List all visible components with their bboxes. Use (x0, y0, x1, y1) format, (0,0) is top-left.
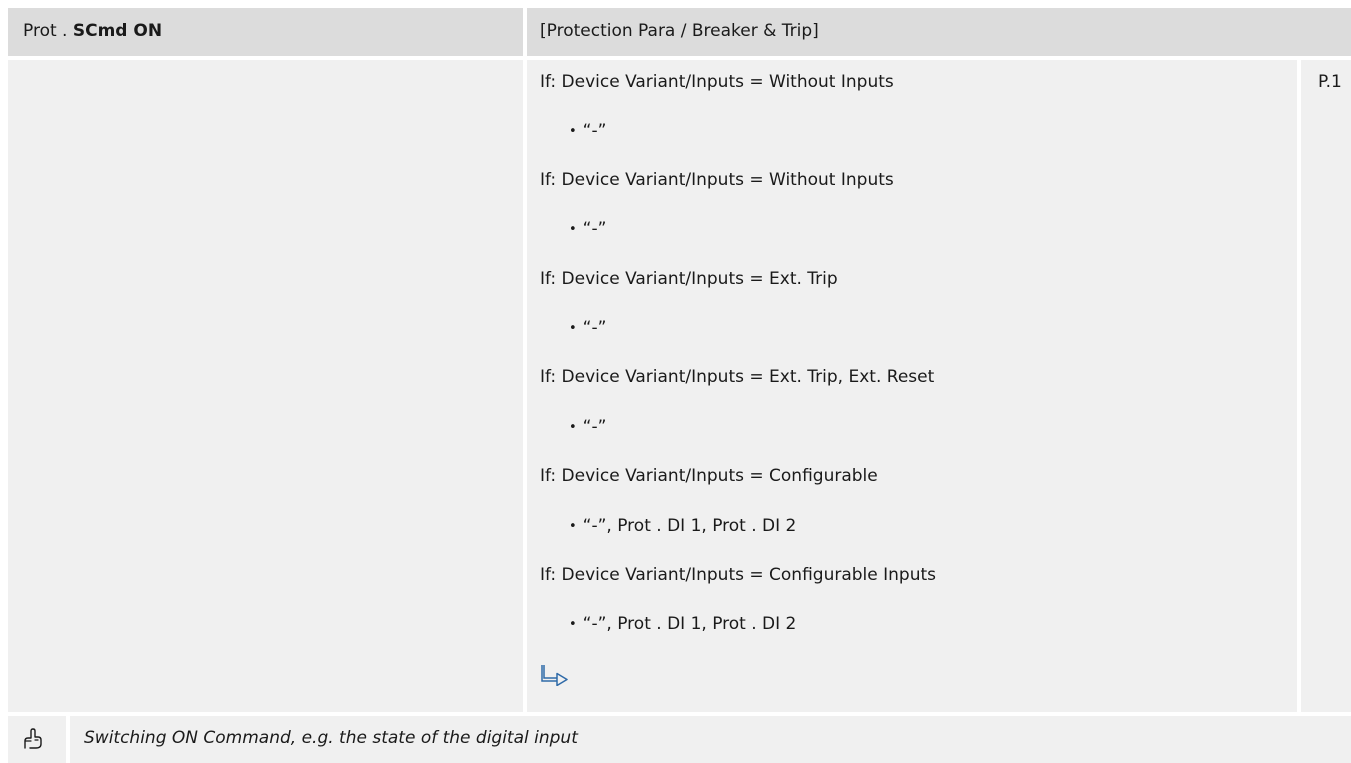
setting-range-cell: If: Device Variant/Inputs = Without Inpu… (527, 60, 1297, 712)
parameter-name: SCmd ON (72, 21, 163, 41)
option-values: “-” (582, 121, 607, 141)
option-values: “-”, Prot . DI 1, Prot . DI 2 (582, 516, 797, 536)
empty-cell (8, 60, 523, 712)
description-cell: Switching ON Command, e.g. the state of … (70, 716, 1351, 763)
option-values: “-” (582, 318, 607, 338)
option-item: • “-” (569, 121, 606, 141)
condition-text: If: Device Variant/Inputs = Configurable (540, 466, 878, 486)
name-separator: . (62, 21, 68, 41)
page-ref-cell: P.1 (1301, 60, 1351, 712)
condition-text: If: Device Variant/Inputs = Ext. Trip, E… (540, 367, 935, 387)
bullet: • (569, 617, 577, 632)
option-values: “-”, Prot . DI 1, Prot . DI 2 (582, 614, 797, 634)
menu-path: [Protection Para / Breaker & Trip] (540, 21, 819, 41)
bullet: • (569, 124, 577, 139)
module-name: Prot (23, 21, 57, 41)
description-text: Switching ON Command, e.g. the state of … (84, 728, 578, 748)
hand-pointer-icon (24, 728, 42, 749)
condition-text: If: Device Variant/Inputs = Ext. Trip (540, 269, 838, 289)
bullet: • (569, 321, 577, 336)
bullet: • (569, 222, 577, 237)
option-item: • “-” (569, 318, 606, 338)
description-icon-cell (8, 716, 66, 763)
option-values: “-” (582, 417, 607, 437)
parameter-table: Prot . SCmd ON [Protection Para / Breake… (0, 0, 1351, 763)
option-item: • “-”, Prot . DI 1, Prot . DI 2 (569, 614, 796, 634)
menu-path-cell: [Protection Para / Breaker & Trip] (527, 8, 1351, 56)
parameter-name-cell: Prot . SCmd ON (8, 8, 523, 56)
page-reference: P.1 (1318, 72, 1342, 92)
bullet: • (569, 420, 577, 435)
bullet: • (569, 519, 577, 534)
reference-arrow-icon[interactable] (540, 664, 572, 686)
condition-text: If: Device Variant/Inputs = Without Inpu… (540, 170, 894, 190)
option-item: • “-” (569, 219, 606, 239)
condition-text: If: Device Variant/Inputs = Configurable… (540, 565, 936, 585)
option-item: • “-” (569, 417, 606, 437)
option-values: “-” (582, 219, 607, 239)
option-item: • “-”, Prot . DI 1, Prot . DI 2 (569, 516, 796, 536)
condition-text: If: Device Variant/Inputs = Without Inpu… (540, 72, 894, 92)
